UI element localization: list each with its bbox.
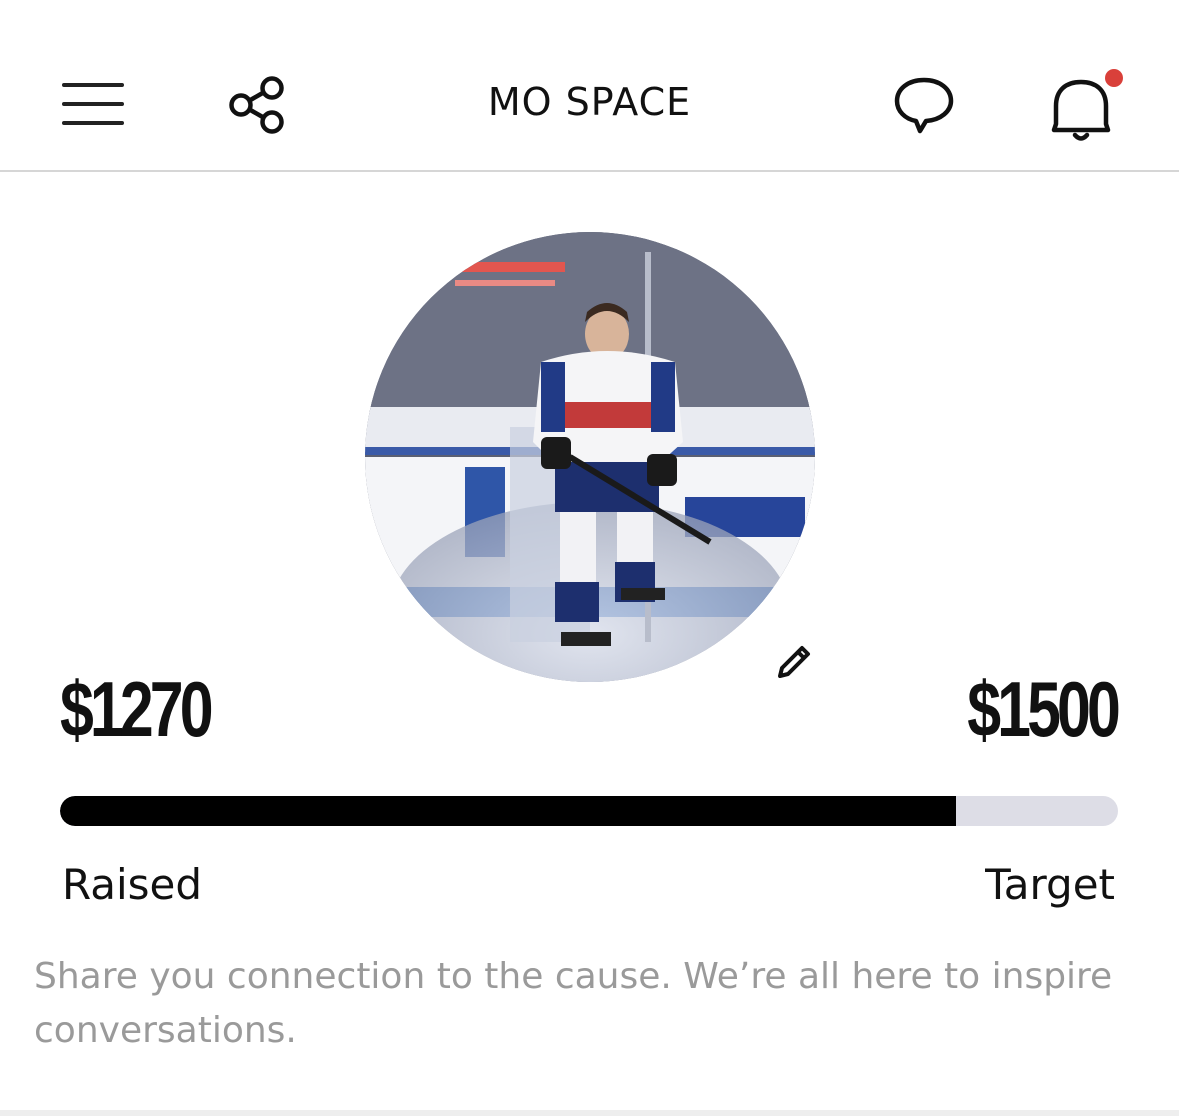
target-label: Target: [985, 860, 1115, 909]
raised-label: Raised: [62, 860, 203, 909]
raised-amount: $1270: [60, 665, 214, 753]
bottom-divider: [0, 1110, 1179, 1116]
edit-avatar-button[interactable]: [768, 636, 820, 688]
hockey-player-photo: [365, 232, 815, 682]
progress-fill: [60, 796, 957, 826]
notification-dot: [1105, 69, 1123, 87]
fundraising-progress-bar: [60, 796, 1118, 826]
cause-message: Share you connection to the cause. We’re…: [34, 956, 1113, 1051]
chat-bubble-icon: [894, 77, 954, 134]
chat-button[interactable]: [888, 72, 960, 138]
page-title: MO SPACE: [487, 80, 692, 124]
notifications-button[interactable]: [1040, 64, 1130, 150]
app-header: MO SPACE: [0, 0, 1179, 172]
pencil-icon: [778, 646, 810, 678]
profile-avatar[interactable]: [365, 232, 815, 682]
bell-icon: [1051, 69, 1123, 141]
target-amount: $1500: [967, 665, 1121, 753]
